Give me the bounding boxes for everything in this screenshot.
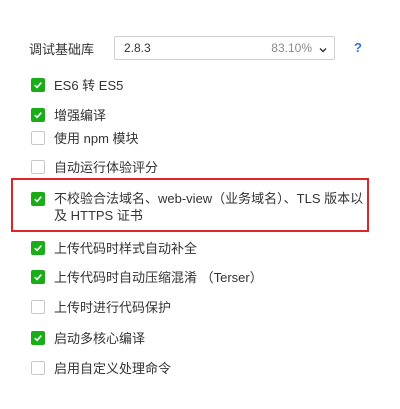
- checkbox-checked[interactable]: [31, 331, 45, 345]
- chevron-down-icon: [318, 43, 328, 53]
- check-icon: [34, 274, 42, 281]
- checkbox-checked[interactable]: [31, 78, 45, 92]
- base-lib-label: 调试基础库: [29, 41, 95, 57]
- option-custom-command[interactable]: 启用自定义处理命令: [31, 360, 171, 377]
- option-label: 上传代码时自动压缩混淆 （Terser）: [54, 270, 263, 285]
- option-label: 不校验合法域名、web-view（业务域名）、TLS 版本以及 HTTPS 证书: [54, 191, 364, 223]
- base-lib-select[interactable]: 2.8.3 83.10%: [114, 36, 335, 60]
- checkbox-checked[interactable]: [31, 192, 45, 206]
- option-minify-terser[interactable]: 上传代码时自动压缩混淆 （Terser）: [31, 269, 263, 286]
- base-lib-row: 调试基础库 2.8.3 83.10%: [29, 35, 335, 61]
- option-multi-core-compile[interactable]: 启动多核心编译: [31, 330, 145, 347]
- checkbox-checked[interactable]: [31, 241, 45, 255]
- checkbox-checked[interactable]: [31, 108, 45, 122]
- option-label: 上传时进行代码保护: [54, 300, 172, 315]
- option-label: 启动多核心编译: [54, 331, 146, 346]
- help-icon[interactable]: ?: [354, 40, 362, 55]
- option-skip-domain-check[interactable]: 不校验合法域名、web-view（业务域名）、TLS 版本以及 HTTPS 证书: [31, 190, 369, 224]
- option-label: 上传代码时样式自动补全: [54, 241, 198, 256]
- checkbox[interactable]: [31, 131, 45, 145]
- option-label: 启用自定义处理命令: [54, 361, 172, 376]
- checkbox[interactable]: [31, 300, 45, 314]
- option-es6-to-es5[interactable]: ES6 转 ES5: [31, 77, 123, 94]
- option-npm-modules[interactable]: 使用 npm 模块: [31, 130, 139, 147]
- check-icon: [34, 245, 42, 252]
- check-icon: [34, 196, 42, 203]
- base-lib-version: 2.8.3: [124, 41, 151, 55]
- checkbox[interactable]: [31, 361, 45, 375]
- option-label: 增强编译: [54, 108, 107, 123]
- option-style-autocomplete[interactable]: 上传代码时样式自动补全: [31, 240, 197, 257]
- checkbox-checked[interactable]: [31, 270, 45, 284]
- option-code-protect[interactable]: 上传时进行代码保护: [31, 299, 171, 316]
- option-label: ES6 转 ES5: [54, 78, 124, 93]
- base-lib-percent: 83.10%: [271, 41, 312, 55]
- check-icon: [34, 82, 42, 89]
- option-label: 使用 npm 模块: [54, 131, 139, 146]
- option-enhanced-compile[interactable]: 增强编译: [31, 107, 106, 124]
- option-auto-audit[interactable]: 自动运行体验评分: [31, 159, 158, 176]
- option-label: 自动运行体验评分: [54, 160, 159, 175]
- checkbox[interactable]: [31, 160, 45, 174]
- check-icon: [34, 112, 42, 119]
- check-icon: [34, 335, 42, 342]
